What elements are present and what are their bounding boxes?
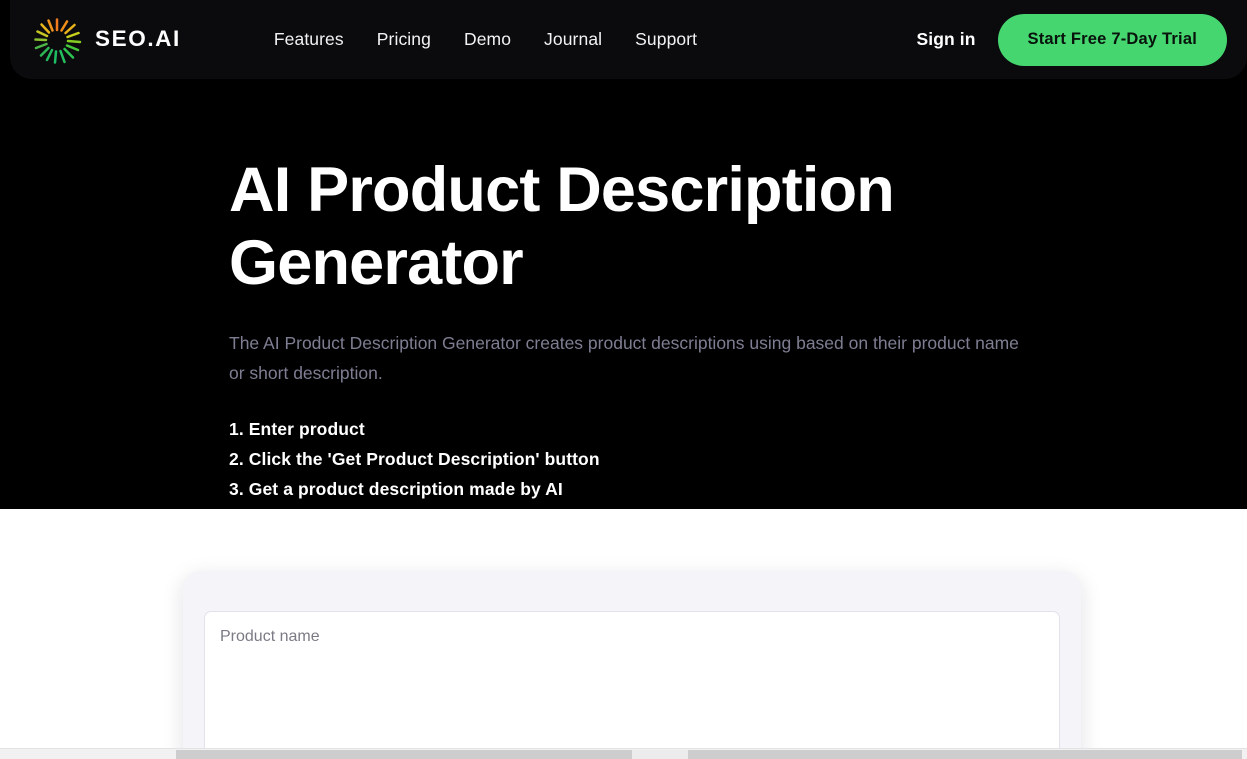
main-navigation: Features Pricing Demo Journal Support — [274, 29, 697, 50]
step-item: 2. Click the 'Get Product Description' b… — [229, 449, 600, 469]
step-item: 1. Enter product — [229, 419, 365, 439]
instruction-steps: 1. Enter product 2. Click the 'Get Produ… — [229, 414, 1089, 504]
scrollbar-thumb-highlight — [632, 750, 688, 759]
radial-burst-icon — [34, 17, 82, 64]
step-item: 3. Get a product description made by AI — [229, 479, 563, 499]
brand-name: SEO.AI — [95, 26, 181, 52]
form-section — [0, 509, 1247, 759]
brand-logo[interactable]: SEO.AI — [32, 15, 181, 65]
page-root: SEO.AI Features Pricing Demo Journal Sup… — [0, 0, 1247, 759]
start-free-trial-button[interactable]: Start Free 7-Day Trial — [997, 13, 1227, 66]
nav-item-support[interactable]: Support — [635, 29, 697, 50]
hero-subtitle: The AI Product Description Generator cre… — [229, 333, 1019, 383]
sign-in-link[interactable]: Sign in — [916, 29, 975, 50]
hero-content: AI Product Description Generator The AI … — [229, 154, 1089, 504]
horizontal-scrollbar[interactable] — [0, 748, 1247, 759]
nav-item-pricing[interactable]: Pricing — [377, 29, 431, 50]
scrollbar-thumb[interactable] — [176, 750, 1242, 759]
product-name-input[interactable] — [204, 611, 1060, 759]
nav-item-demo[interactable]: Demo — [464, 29, 511, 50]
nav-item-features[interactable]: Features — [274, 29, 344, 50]
nav-item-journal[interactable]: Journal — [544, 29, 602, 50]
header-actions: Sign in Start Free 7-Day Trial — [916, 13, 1227, 66]
generator-form-card — [183, 571, 1081, 759]
site-header: SEO.AI Features Pricing Demo Journal Sup… — [10, 0, 1247, 79]
page-title: AI Product Description Generator — [229, 155, 895, 298]
